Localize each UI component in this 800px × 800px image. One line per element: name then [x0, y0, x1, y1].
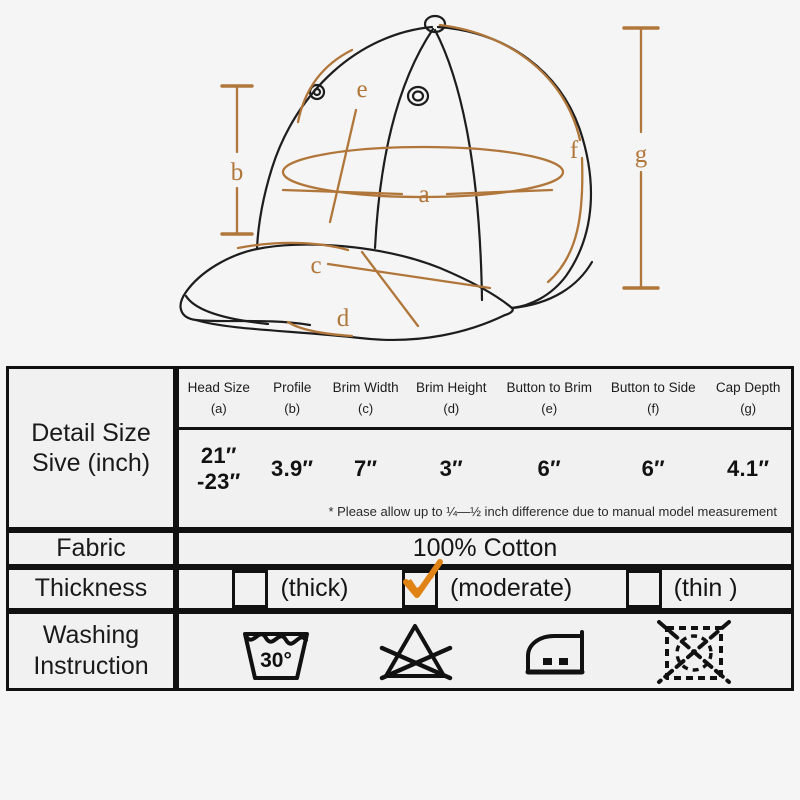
- column-header-profile: Profile (b): [258, 369, 326, 431]
- column-header-name: Button to Brim: [506, 380, 592, 395]
- washing-label: Washing Instruction: [6, 610, 176, 691]
- thickness-option-thin-label: (thin ): [673, 574, 738, 603]
- fabric-value: 100% Cotton: [176, 530, 794, 567]
- iron-medium-icon: [525, 629, 585, 675]
- do-not-bleach-icon: [379, 623, 453, 680]
- detail-size-label-line1: Detail Size: [31, 418, 151, 447]
- dim-e-curve: [296, 48, 354, 124]
- fabric-label: Fabric: [6, 530, 176, 567]
- measurement-header-row: Head Size (a) Profile (b) Brim Width (c): [179, 369, 791, 431]
- value-brim-height: 3″: [439, 456, 463, 482]
- column-header-name: Cap Depth: [715, 380, 781, 395]
- dim-label-a: a: [418, 181, 429, 208]
- column-header-button-to-brim: Button to Brim (e): [497, 369, 602, 431]
- detail-size-content: Head Size (a) Profile (b) Brim Width (c): [176, 366, 794, 531]
- column-header-name: Profile: [273, 380, 312, 395]
- column-header-key: (f): [647, 400, 660, 416]
- checkbox-moderate[interactable]: [401, 558, 443, 608]
- column-header-key: (b): [284, 400, 301, 416]
- thickness-options: (thick) (moderate) (thin): [176, 558, 794, 611]
- column-header-key: (e): [541, 400, 558, 416]
- dim-label-b: b: [231, 159, 244, 186]
- specification-table: Detail Size Sive (inch) Head Size (a) Pr…: [6, 366, 794, 691]
- column-header-name: Button to Side: [610, 380, 696, 395]
- thickness-option-thick[interactable]: (thick): [232, 569, 349, 608]
- dim-label-c: c: [310, 252, 321, 279]
- value-button-to-brim: 6″: [537, 456, 561, 482]
- wash-30-degrees-icon: 30°: [242, 631, 309, 680]
- washing-icons: 30°: [176, 610, 794, 691]
- detail-size-label: Detail Size Sive (inch): [6, 366, 176, 531]
- washing-label-line2: Instruction: [33, 651, 149, 680]
- checkbox-thin[interactable]: [625, 569, 662, 608]
- thickness-option-thick-label: (thick): [280, 574, 349, 603]
- column-header-button-to-side: Button to Side (f): [601, 369, 706, 431]
- dim-label-g: g: [635, 141, 648, 168]
- value-head-size: 21″ -23″: [197, 443, 241, 495]
- dim-f-arc-top: [438, 23, 582, 142]
- dim-label-f: f: [570, 137, 579, 164]
- column-header-name: Brim Height: [416, 380, 487, 395]
- thickness-label: Thickness: [6, 566, 176, 611]
- measurement-value-row: 21″ -23″ 3.9″ 7″ 3″ 6″ 6″ 4.1″: [179, 429, 791, 503]
- measurement-note: * Please allow up to ¼—½ inch difference…: [328, 504, 777, 520]
- column-header-brim-width: Brim Width (c): [325, 369, 406, 431]
- dim-d-line: [360, 250, 420, 328]
- washing-label-line1: Washing: [42, 621, 140, 650]
- measurement-table: Head Size (a) Profile (b) Brim Width (c): [179, 369, 791, 527]
- table-row-washing: Washing Instruction 30°: [6, 610, 794, 691]
- dim-c-leader: [326, 262, 492, 290]
- dim-label-e: e: [356, 76, 367, 103]
- cap-diagram: a b c d e f g: [0, 0, 800, 362]
- table-row-thickness: Thickness (thick) (moderate) (thin): [6, 558, 794, 611]
- dim-f-arc-bottom: [546, 156, 584, 284]
- table-row-detail-size: Detail Size Sive (inch) Head Size (a) Pr…: [6, 366, 794, 531]
- wash-temperature-text: 30°: [260, 649, 292, 672]
- dim-e-line: [328, 108, 358, 224]
- value-profile: 3.9″: [271, 456, 314, 482]
- checkmark-icon: [402, 558, 443, 598]
- checkbox-thick[interactable]: [232, 569, 269, 608]
- size-chart-sheet: a b c d e f g Detail Size Sive (inch) He…: [0, 0, 800, 800]
- column-header-key: (g): [740, 400, 757, 416]
- dim-label-d: d: [337, 305, 350, 332]
- column-header-head-size: Head Size (a): [179, 369, 259, 431]
- thickness-option-moderate[interactable]: (moderate): [401, 558, 573, 608]
- column-header-key: (c): [358, 400, 374, 416]
- value-button-to-side: 6″: [641, 456, 665, 482]
- detail-size-label-line2: Sive (inch): [31, 449, 151, 478]
- column-header-cap-depth: Cap Depth (g): [705, 369, 791, 431]
- thickness-option-moderate-label: (moderate): [449, 574, 573, 603]
- column-header-key: (d): [443, 400, 460, 416]
- column-header-brim-height: Brim Height (d): [405, 369, 498, 431]
- value-brim-width: 7″: [353, 456, 378, 482]
- cap-diagram-svg: a b c d e f g: [179, 14, 660, 341]
- column-header-key: (a): [210, 400, 227, 416]
- thickness-option-thin[interactable]: (thin ): [625, 569, 738, 608]
- measurement-lines: [220, 23, 660, 338]
- column-header-name: Head Size: [187, 380, 250, 395]
- value-cap-depth: 4.1″: [726, 456, 770, 482]
- column-header-name: Brim Width: [332, 380, 399, 395]
- do-not-tumble-dry-icon: [657, 619, 732, 684]
- measurement-note-row: * Please allow up to ¼—½ inch difference…: [179, 502, 791, 527]
